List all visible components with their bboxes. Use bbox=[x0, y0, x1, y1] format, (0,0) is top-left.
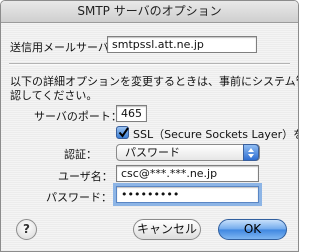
cancel-button[interactable]: キャンセル bbox=[133, 219, 201, 240]
auth-selected: パスワード bbox=[125, 146, 180, 159]
auth-popup[interactable]: パスワード bbox=[116, 144, 260, 161]
port-label: サーバのポート： bbox=[34, 110, 122, 123]
checkmark-icon bbox=[118, 127, 129, 138]
server-field[interactable]: smtpssl.att.ne.jp bbox=[107, 36, 257, 53]
ok-button[interactable]: OK bbox=[218, 219, 287, 240]
server-label: 送信用メールサーバ： bbox=[10, 41, 120, 54]
port-field[interactable]: 465 bbox=[116, 105, 147, 122]
popup-arrows-icon bbox=[243, 144, 259, 161]
password-label: パスワード： bbox=[46, 191, 112, 204]
password-field[interactable]: ••••••••• bbox=[116, 186, 259, 203]
auth-label: 認証： bbox=[64, 148, 97, 161]
username-field[interactable]: csc@***.***.ne.jp bbox=[116, 165, 259, 182]
window-title: SMTP サーバのオプション bbox=[1, 1, 298, 23]
username-label: ユーザ名： bbox=[58, 170, 113, 183]
notice-line-2: 認してください。 bbox=[10, 89, 98, 102]
ssl-checkbox[interactable] bbox=[116, 126, 129, 139]
help-button[interactable]: ? bbox=[16, 219, 37, 240]
section-divider bbox=[9, 63, 290, 65]
ssl-label[interactable]: SSL（Secure Sockets Layer）を使用 bbox=[133, 126, 298, 142]
smtp-options-dialog: SMTP サーバのオプション 送信用メールサーバ： smtpssl.att.ne… bbox=[0, 0, 299, 252]
